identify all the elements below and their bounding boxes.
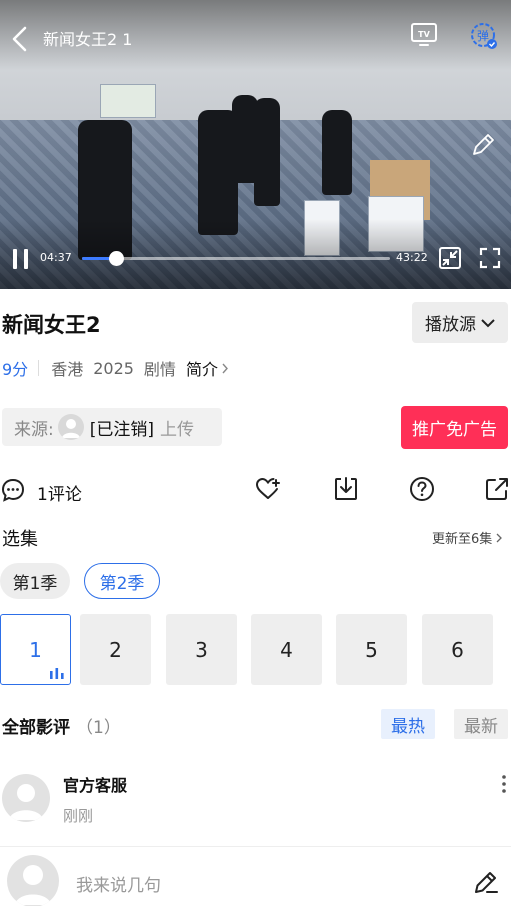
svg-text:弹: 弹 <box>477 29 489 43</box>
review-author[interactable]: 官方客服 <box>63 772 127 796</box>
comment-input[interactable]: 我来说几句 <box>76 871 161 896</box>
video-figure <box>254 98 280 206</box>
svg-text:TV: TV <box>418 30 430 39</box>
total-time: 43:22 <box>396 251 428 264</box>
comment-count[interactable]: 1评论 <box>37 480 82 505</box>
update-info-label: 更新至6集 <box>432 532 493 547</box>
write-comment-icon[interactable] <box>473 869 499 895</box>
episode-number: 2 <box>109 637 122 662</box>
progress-bar[interactable] <box>82 251 390 266</box>
heart-plus-icon[interactable] <box>255 476 281 502</box>
episode-number: 5 <box>365 637 378 662</box>
episode-item[interactable]: 1 <box>0 614 71 685</box>
player-title: 新闻女王2 1 <box>43 30 133 49</box>
reviews-title-label: 全部影评 <box>2 718 70 738</box>
video-box <box>100 84 156 118</box>
progress-thumb[interactable] <box>108 251 124 266</box>
uploader-avatar <box>57 414 84 440</box>
episode-number: 4 <box>280 637 293 662</box>
chevron-down-icon <box>481 318 495 328</box>
player-bottom-shade <box>0 219 511 289</box>
episode-number: 3 <box>195 637 208 662</box>
episode-list: 1 2 3 4 5 6 <box>0 614 511 685</box>
update-info-link[interactable]: 更新至6集 <box>432 528 503 547</box>
share-icon[interactable] <box>484 476 510 502</box>
tv-cast-icon[interactable]: TV <box>410 22 438 48</box>
sort-new-button[interactable]: 最新 <box>454 709 508 739</box>
review-time: 刚刚 <box>63 807 94 825</box>
episode-number: 1 <box>29 637 42 662</box>
show-title: 新闻女王2 <box>2 313 101 337</box>
avatar[interactable] <box>2 774 50 822</box>
review-item: 官方客服 刚刚 <box>0 766 511 836</box>
fullscreen-icon[interactable] <box>478 246 502 270</box>
episode-item[interactable]: 2 <box>80 614 151 685</box>
source-select-button[interactable]: 播放源 <box>412 302 508 343</box>
uploader-name: [已注销] <box>89 419 154 440</box>
score: 9分 <box>2 360 29 379</box>
video-figure <box>322 110 352 195</box>
episode-item[interactable]: 6 <box>422 614 493 685</box>
source-select-label: 播放源 <box>425 315 476 335</box>
pip-icon[interactable] <box>438 246 462 270</box>
action-row: 1评论 <box>0 472 511 508</box>
help-icon[interactable] <box>409 476 435 502</box>
intro-label: 简介 <box>185 360 218 379</box>
chevron-right-icon <box>496 533 503 543</box>
episode-item[interactable]: 3 <box>166 614 237 685</box>
my-avatar <box>7 855 59 906</box>
comment-composer: 我来说几句 <box>0 847 511 906</box>
current-time: 04:37 <box>40 251 72 264</box>
promo-ad-free-button[interactable]: 推广免广告 <box>401 406 508 449</box>
episode-number: 6 <box>451 637 464 662</box>
reviews-count: （1） <box>76 718 121 738</box>
genre: 剧情 <box>143 360 176 379</box>
chevron-right-icon <box>222 363 228 374</box>
sort-hot-button[interactable]: 最热 <box>381 709 435 739</box>
season-tab-1[interactable]: 第1季 <box>0 563 70 599</box>
pencil-icon[interactable] <box>470 132 496 158</box>
episode-item[interactable]: 5 <box>336 614 407 685</box>
meta-divider <box>38 360 40 376</box>
source-prefix: 来源: <box>14 419 54 440</box>
reviews-title: 全部影评 （1） <box>2 713 121 738</box>
playing-bars-icon <box>50 668 64 679</box>
meta-row: 9分 香港 2025 剧情 简介 <box>2 356 228 380</box>
episodes-section-label: 选集 <box>2 529 38 550</box>
back-icon[interactable] <box>8 24 34 54</box>
season-tab-2[interactable]: 第2季 <box>84 563 160 599</box>
danmu-icon[interactable]: 弹 <box>470 22 498 50</box>
download-icon[interactable] <box>333 476 359 502</box>
upload-word: 上传 <box>160 419 194 440</box>
region: 香港 <box>51 360 84 379</box>
comment-icon[interactable] <box>1 478 25 502</box>
intro-link[interactable]: 简介 <box>186 356 228 380</box>
more-options-icon[interactable] <box>498 774 510 794</box>
year: 2025 <box>93 358 134 378</box>
episode-item[interactable]: 4 <box>251 614 322 685</box>
video-player[interactable]: 新闻女王2 1 TV 弹 04:37 43:22 <box>0 0 511 289</box>
pause-icon[interactable] <box>10 246 32 272</box>
uploader-box[interactable]: 来源: [已注销] 上传 <box>2 408 222 446</box>
